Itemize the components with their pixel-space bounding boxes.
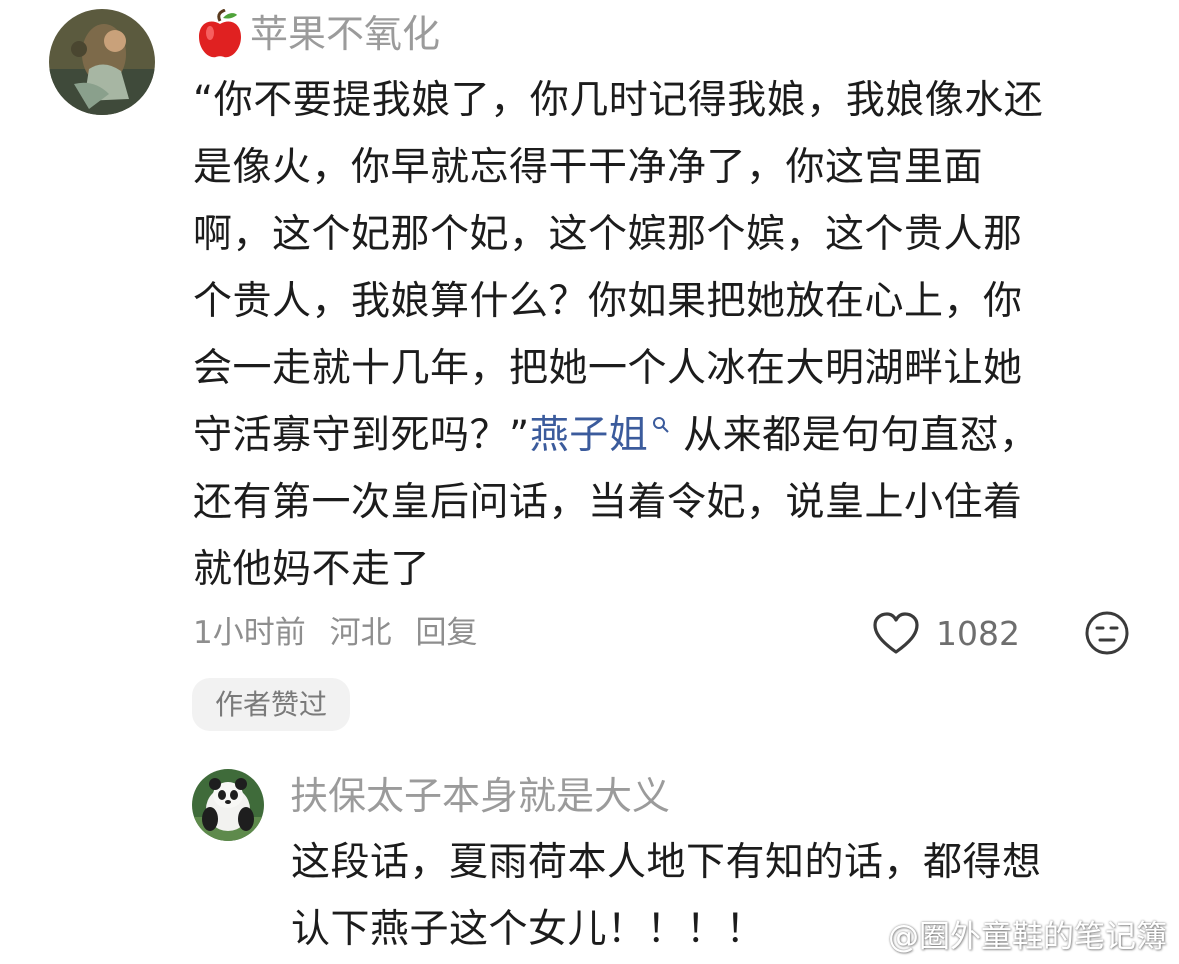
dislike-face-icon[interactable] [1084,610,1130,656]
reply-line: 这段话，夏雨荷本人地下有知的话，都得想 [291,840,1042,885]
comment-line-with-mention: 守活寡守到死吗？”燕子姐 从来都是句句直怼， [193,402,1133,469]
like-button[interactable]: 1082 [872,608,1020,658]
comment-line: “你不要提我娘了，你几时记得我娘，我娘像水还 [193,78,1044,123]
comment-line: 啊，这个妃那个妃，这个嫔那个嫔，这个贵人那 [193,212,1023,257]
weibo-icon [841,921,882,949]
comment-line: 个贵人，我娘算什么？你如果把她放在心上，你 [193,279,1023,324]
comment-line-part: 守活寡守到死吗？” [193,413,530,458]
reply-button[interactable]: 回复 [415,615,477,651]
comment-time: 1小时前 [193,615,306,651]
commenter-username[interactable]: 苹果不氧化 [196,9,440,59]
comment-location: 河北 [329,615,392,651]
comment-meta: 1小时前 河北 回复 [193,608,491,658]
search-icon [653,417,669,433]
watermark-text: @圈外童鞋的笔记簿 [888,919,1167,955]
watermark: @圈外童鞋的笔记簿 [840,911,1167,956]
apple-emoji-icon [199,9,241,58]
comment-line-part: 从来都是句句直怼， [683,413,1039,458]
reply-avatar[interactable] [192,769,264,841]
heart-icon [873,612,919,654]
comment-line: 是像火，你早就忘得干干净净了，你这宫里面 [193,145,984,190]
author-liked-badge: 作者赞过 [192,678,350,731]
comment-body: “你不要提我娘了，你几时记得我娘，我娘像水还 是像火，你早就忘得干干净净了，你这… [193,67,1133,603]
reply-username[interactable]: 扶保太子本身就是大义 [290,771,670,821]
mention-text: 燕子姐 [529,413,649,458]
commenter-avatar[interactable] [49,9,155,115]
mention-link[interactable]: 燕子姐 [530,413,671,458]
comment-line: 还有第一次皇后问话，当着令妃，说皇上小住着 [193,480,1023,525]
like-count: 1082 [936,613,1020,653]
commenter-username-text: 苹果不氧化 [250,12,441,56]
comment-line: 会一走就十几年，把她一个人冰在大明湖畔让她 [193,346,1023,391]
comment-line: 就他妈不走了 [193,547,431,592]
